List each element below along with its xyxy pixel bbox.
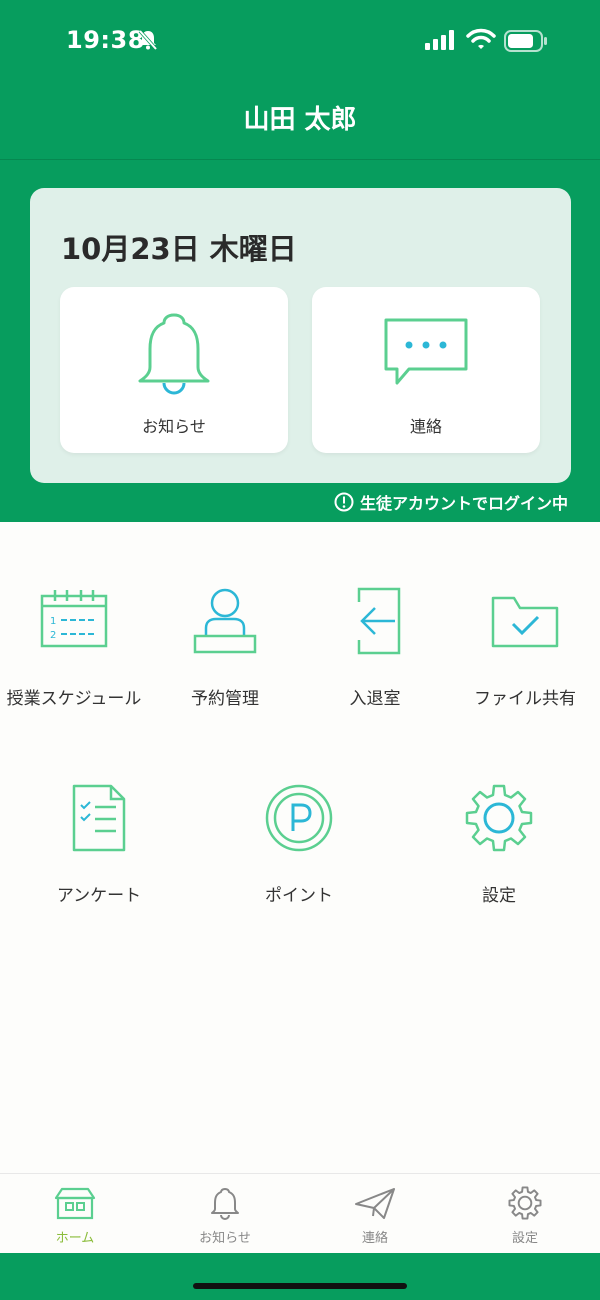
home-indicator[interactable] bbox=[193, 1283, 407, 1289]
status-time: 19:38 bbox=[66, 26, 145, 54]
menu-settings-label: 設定 bbox=[482, 886, 516, 906]
person-desk-icon bbox=[193, 588, 257, 654]
hero-section: 10月23日 木曜日 お知らせ 連絡 生徒アカウントでログイン中 bbox=[0, 160, 600, 522]
svg-text:2: 2 bbox=[50, 630, 56, 641]
tab-notices-label: お知らせ bbox=[199, 1231, 251, 1246]
menu-survey[interactable]: アンケート bbox=[34, 783, 164, 906]
bell-slash-icon bbox=[138, 29, 158, 55]
contact-tile-label: 連絡 bbox=[409, 417, 442, 436]
today-card: 10月23日 木曜日 お知らせ 連絡 bbox=[30, 188, 571, 483]
menu-class-schedule[interactable]: 1 2 授業スケジュール bbox=[0, 586, 148, 709]
tab-home-label: ホーム bbox=[55, 1231, 95, 1246]
menu-reservation[interactable]: 予約管理 bbox=[160, 586, 290, 709]
app-header: 山田 太郎 bbox=[0, 84, 600, 160]
wifi-icon bbox=[466, 28, 496, 54]
battery-icon bbox=[504, 30, 548, 56]
menu-survey-label: アンケート bbox=[56, 886, 142, 906]
menu-entry-exit-label: 入退室 bbox=[349, 689, 401, 709]
today-date: 10月23日 木曜日 bbox=[61, 232, 297, 266]
menu-settings[interactable]: 設定 bbox=[434, 783, 564, 906]
tab-contact[interactable]: 連絡 bbox=[300, 1174, 450, 1254]
checklist-document-icon bbox=[72, 784, 126, 852]
notice-tile-label: お知らせ bbox=[142, 417, 206, 436]
tab-notices[interactable]: お知らせ bbox=[150, 1174, 300, 1254]
menu-file-share-label: ファイル共有 bbox=[474, 689, 576, 709]
chat-bubble-icon bbox=[384, 318, 468, 385]
tab-settings[interactable]: 設定 bbox=[450, 1174, 600, 1254]
paper-plane-icon bbox=[355, 1188, 395, 1219]
page-title: 山田 太郎 bbox=[243, 105, 357, 135]
folder-check-icon bbox=[491, 596, 559, 648]
login-status-note: 生徒アカウントでログイン中 bbox=[334, 490, 568, 514]
menu-file-share[interactable]: ファイル共有 bbox=[460, 586, 590, 709]
menu-entry-exit[interactable]: 入退室 bbox=[310, 586, 440, 709]
house-icon bbox=[54, 1187, 96, 1220]
gear-icon bbox=[508, 1186, 542, 1220]
contact-tile[interactable]: 連絡 bbox=[312, 287, 540, 453]
home-indicator-area bbox=[0, 1253, 600, 1300]
status-bar: 19:38 bbox=[0, 0, 600, 84]
bell-icon bbox=[211, 1188, 239, 1220]
menu-reservation-label: 予約管理 bbox=[191, 689, 259, 709]
menu-points[interactable]: ポイント bbox=[234, 783, 364, 906]
menu-points-label: ポイント bbox=[265, 886, 333, 906]
tab-home[interactable]: ホーム bbox=[0, 1174, 150, 1254]
menu-class-schedule-label: 授業スケジュール bbox=[6, 689, 142, 709]
exclamation-circle-icon bbox=[334, 492, 354, 512]
tab-contact-label: 連絡 bbox=[361, 1231, 388, 1246]
cellular-signal-icon bbox=[425, 30, 457, 54]
bell-icon bbox=[138, 313, 210, 395]
point-coin-icon bbox=[265, 784, 333, 852]
gear-icon bbox=[465, 784, 533, 852]
door-arrow-icon bbox=[357, 587, 401, 655]
notice-tile[interactable]: お知らせ bbox=[60, 287, 288, 453]
tab-settings-label: 設定 bbox=[511, 1231, 538, 1246]
login-status-text: 生徒アカウントでログイン中 bbox=[359, 494, 568, 513]
tab-bar: ホーム お知らせ 連絡 設定 bbox=[0, 1173, 600, 1253]
calendar-icon: 1 2 bbox=[40, 590, 108, 648]
svg-text:1: 1 bbox=[50, 616, 56, 627]
